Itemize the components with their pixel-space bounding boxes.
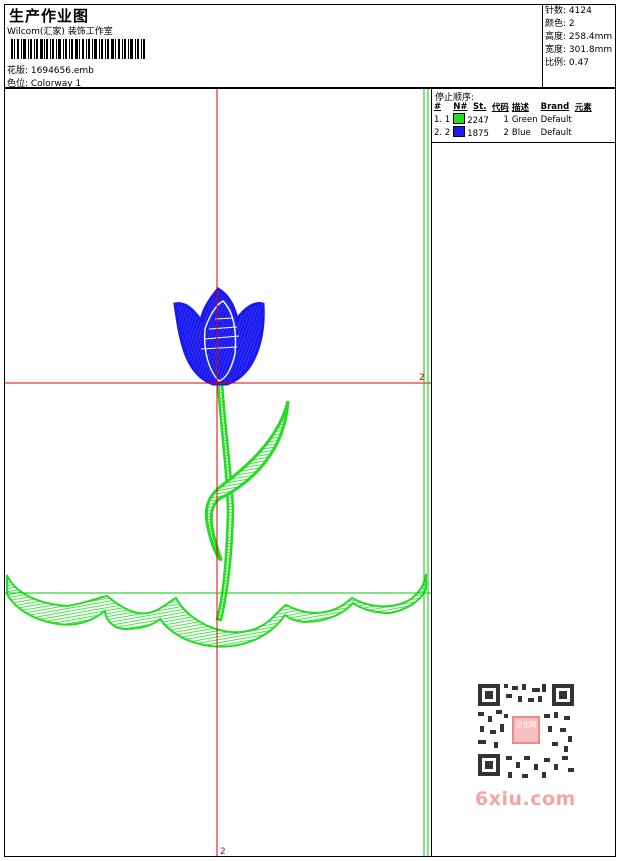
table-header-row: # N# St. 代码 描述 Brand 元素 [434,101,595,113]
qr-badge: 汉化网 [515,721,537,729]
design-stats: 针数: 4124 颜色: 2 高度: 258.4mm 宽度: 301.8mm 比… [545,5,612,70]
design-file: 花版: 1694656.emb [7,66,94,76]
stitch-value: 2247 [467,116,489,126]
col-brand: Brand [540,102,570,112]
design-canvas: 2 2 [4,88,432,857]
col-index: # [434,102,442,112]
tulip-flower [173,287,265,386]
row-description: Green [511,114,538,125]
stitch-count: 针数: 4124 [545,6,592,16]
col-element: 元素 [574,103,592,113]
row-element [575,126,595,139]
row-description: Blue [511,127,531,138]
thread-table: # N# St. 代码 描述 Brand 元素 1. 1 2247 1 Gree… [434,101,595,139]
row-code: 2 [503,127,509,138]
row-stitches: 2247 [453,113,492,126]
barcode [11,39,145,59]
col-code: 代码 [491,103,509,113]
header-block: 生产作业图 Wilcom(汇家) 装饰工作室 花版: 1694656.emb 色… [4,4,616,89]
company-name: Wilcom(汇家) 装饰工作室 [7,27,113,37]
header-divider [542,5,543,89]
row-stitches: 1875 [453,126,492,139]
col-description: 描述 [511,103,529,113]
color-swatch-blue [453,126,466,137]
watermark: 6xiu.com [475,788,576,810]
page-title: 生产作业图 [9,7,90,25]
design-scale: 比例: 0.47 [545,58,589,68]
tulip-stem [215,380,235,622]
panel-divider [432,142,615,143]
axis-label-right: 2 [419,373,425,383]
row-index: 1. 1 [434,114,451,125]
stitch-value: 1875 [467,129,489,139]
row-brand: Default [540,127,572,138]
row-index: 2. 2 [434,127,451,138]
row-code: 1 [503,114,509,125]
row-element [575,113,595,126]
color-count: 颜色: 2 [545,19,575,29]
col-stitches: St. [473,102,487,112]
design-width: 宽度: 301.8mm [545,45,613,55]
col-needle: N# [453,102,468,112]
embroidery-preview [5,89,431,856]
tulip-leaf [204,400,290,562]
qr-code[interactable] [472,680,580,782]
table-row: 2. 2 1875 2 Blue Default [434,126,595,139]
axis-label-bottom: 2 [220,847,226,857]
table-row: 1. 1 2247 1 Green Default [434,113,595,126]
design-height: 高度: 258.4mm [545,32,613,42]
row-brand: Default [540,114,572,125]
color-swatch-green [453,113,466,124]
